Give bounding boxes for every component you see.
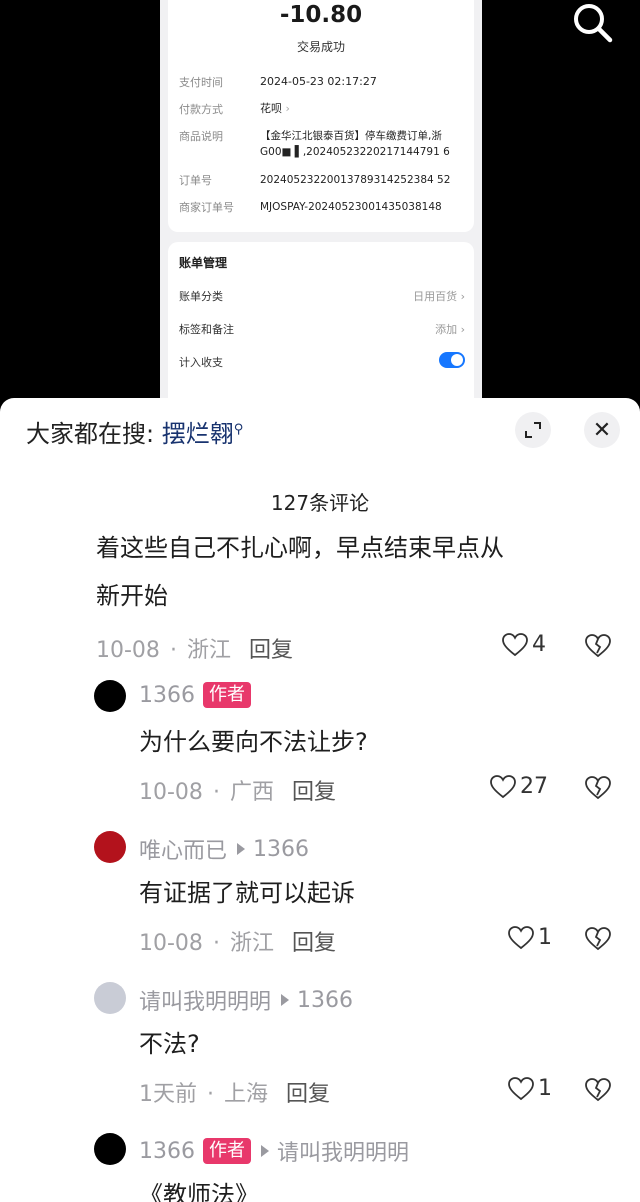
dislike-button[interactable] [584,776,612,804]
heart-icon [508,925,534,949]
comment-location: 上海 [224,1082,269,1107]
hot-search-bar[interactable]: 大家都在搜: 摆烂翱⚲ [26,414,243,449]
row-value: MJOSPAY-20240523001435038148 [260,201,442,213]
heart-icon [490,774,516,798]
row-label: 标签和备注 [179,323,234,336]
reply-button[interactable]: 回复 [292,780,336,805]
chevron-right-icon: › [460,323,465,336]
comment-text: 不法? [139,1030,200,1058]
broken-heart-icon [585,927,611,951]
reply-arrow-icon [281,994,290,1006]
like-button[interactable]: 1 [508,1076,552,1101]
bill-category-row: 账单分类 日用百货 › [179,288,465,304]
row-key: 付款方式 [179,103,223,116]
row-value: 添加 › [435,323,465,336]
hot-search-prefix: 大家都在搜: [26,420,155,448]
bill-management-card: 账单管理 账单分类 日用百货 › 标签和备注 添加 › 计入收支 [168,242,474,405]
avatar[interactable] [94,982,126,1014]
row-key: 订单号 [179,174,212,187]
comment-username[interactable]: 请叫我明明明 1366 [139,984,353,1016]
comment-count: 127条评论 [270,491,370,515]
comment-meta: 10-08 · 浙江 回复 [96,638,293,663]
comment-text: 《教师法》 [139,1181,259,1202]
comment-text: 为什么要向不法让步? [139,728,368,756]
comment-date: 1天前 [139,1082,197,1107]
comment-meta: 10-08 · 广西 回复 [139,780,336,805]
avatar[interactable] [94,680,126,712]
payment-receipt-screenshot: -10.80 交易成功 支付时间 2024-05-23 02:17:27 付款方… [160,0,482,405]
comment-username[interactable]: 唯心而已 1366 [139,833,309,865]
include-toggle [439,352,465,368]
dislike-button[interactable] [584,927,612,955]
like-count: 1 [538,1076,552,1101]
expand-icon [525,422,541,438]
broken-heart-icon [585,634,611,658]
row-value: 20240523220013789314252384 52 [260,174,451,186]
comment-date: 10-08 [96,638,160,663]
row-label: 计入收支 [179,356,223,369]
like-button[interactable]: 4 [502,632,546,657]
reply-target: 1366 [297,987,354,1013]
broken-heart-icon [585,776,611,800]
reply-target: 请叫我明明明 [277,1141,410,1166]
expand-button[interactable] [515,412,551,448]
row-key: 商家订单号 [179,201,234,214]
search-icon: ⚲ [233,422,244,437]
reply-button[interactable]: 回复 [292,931,336,956]
comment-location: 广西 [229,780,274,805]
broken-heart-icon [585,1078,611,1102]
comment-username[interactable]: 1366 作者 [139,682,251,708]
author-badge: 作者 [203,682,251,708]
comment-meta: 1天前 · 上海 回复 [139,1082,331,1107]
comment-location: 浙江 [229,931,274,956]
dislike-button[interactable] [584,634,612,662]
tags-notes-row: 标签和备注 添加 › [179,321,465,337]
reply-button[interactable]: 回复 [286,1082,330,1107]
reply-arrow-icon [261,1145,269,1157]
reply-button[interactable]: 回复 [249,638,293,663]
reply-target: 1366 [253,836,310,862]
transaction-amount: -10.80 [279,2,363,28]
comment-meta: 10-08 · 浙江 回复 [139,931,336,956]
include-in-budget-row: 计入收支 [179,352,465,370]
avatar[interactable] [94,831,126,863]
section-title: 账单管理 [179,256,228,270]
chevron-right-icon: › [285,102,290,115]
like-count: 1 [538,925,552,950]
transaction-card: -10.80 交易成功 支付时间 2024-05-23 02:17:27 付款方… [168,0,474,232]
video-area[interactable]: -10.80 交易成功 支付时间 2024-05-23 02:17:27 付款方… [0,0,640,405]
comment-date: 10-08 [139,931,203,956]
comment-date: 10-08 [139,780,203,805]
row-value: 花呗 › [260,102,290,115]
hot-search-keyword[interactable]: 摆烂翱 [162,420,234,448]
row-value: 【金华江北银泰百货】停车缴费订单,浙G00■ ▌,202405232202171… [260,130,450,158]
close-button[interactable]: ✕ [584,412,620,448]
comment-text: 着这些自己不扎心啊，早点结束早点从 新开始 [96,534,504,610]
author-badge: 作者 [203,1138,251,1164]
row-key: 支付时间 [179,76,223,89]
row-value: 日用百货 › [413,290,465,303]
heart-icon [508,1076,534,1100]
like-button[interactable]: 1 [508,925,552,950]
chevron-right-icon: › [460,290,465,303]
row-value: 2024-05-23 02:17:27 [260,75,377,88]
comment-panel: 大家都在搜: 摆烂翱⚲ ✕ 127条评论 着这些自己不扎心啊，早点结束早点从 新… [0,398,640,1202]
row-key: 商品说明 [179,130,223,143]
heart-icon [502,632,528,656]
like-count: 4 [532,632,546,657]
comment-location: 浙江 [186,638,231,663]
transaction-status: 交易成功 [296,40,345,54]
comment-username[interactable]: 1366 作者 请叫我明明明 [139,1135,409,1167]
like-count: 27 [520,774,548,799]
like-button[interactable]: 27 [490,774,548,799]
comment-text: 有证据了就可以起诉 [139,879,355,907]
avatar[interactable] [94,1133,126,1165]
close-icon: ✕ [592,417,612,443]
row-label: 账单分类 [179,290,223,303]
search-icon[interactable] [568,0,616,44]
dislike-button[interactable] [584,1078,612,1106]
reply-arrow-icon [237,843,246,855]
